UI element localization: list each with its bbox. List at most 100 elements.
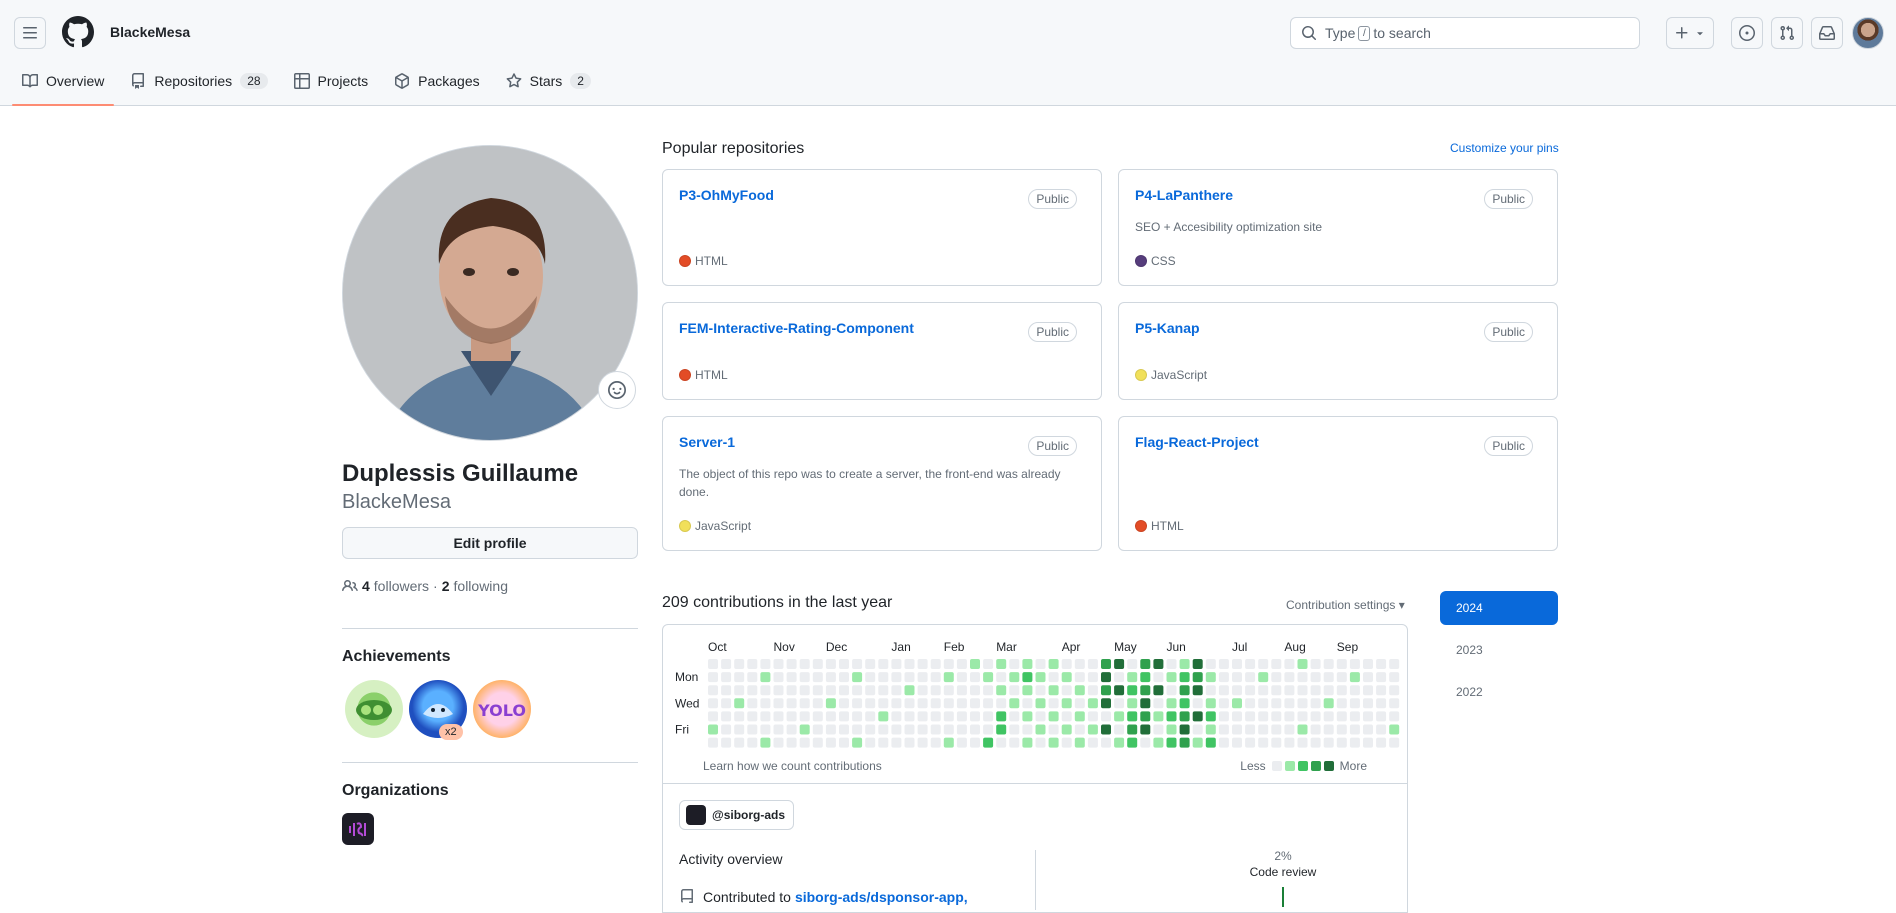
contribution-day-cell[interactable] (786, 685, 797, 696)
contribution-day-cell[interactable] (943, 685, 954, 696)
contribution-day-cell[interactable] (1336, 698, 1347, 709)
contribution-day-cell[interactable] (747, 672, 758, 683)
contribution-day-cell[interactable] (996, 672, 1007, 683)
contribution-day-cell[interactable] (1009, 737, 1020, 748)
contribution-day-cell[interactable] (1153, 659, 1164, 669)
create-new-button[interactable] (1666, 17, 1714, 49)
contribution-day-cell[interactable] (1218, 659, 1229, 669)
contribution-day-cell[interactable] (1271, 698, 1282, 709)
contribution-day-cell[interactable] (1048, 711, 1059, 722)
contribution-day-cell[interactable] (734, 672, 745, 683)
contribution-day-cell[interactable] (1166, 737, 1177, 748)
contribution-day-cell[interactable] (747, 724, 758, 735)
contribution-day-cell[interactable] (1376, 672, 1387, 683)
contribution-day-cell[interactable] (1009, 724, 1020, 735)
contribution-day-cell[interactable] (891, 698, 902, 709)
contribution-day-cell[interactable] (1074, 698, 1085, 709)
contribution-day-cell[interactable] (1271, 659, 1282, 669)
contribution-day-cell[interactable] (1009, 698, 1020, 709)
contribution-day-cell[interactable] (825, 672, 836, 683)
contribution-day-cell[interactable] (1179, 737, 1190, 748)
contribution-day-cell[interactable] (1127, 711, 1138, 722)
contribution-day-cell[interactable] (943, 659, 954, 669)
contribution-day-cell[interactable] (1271, 672, 1282, 683)
contribution-day-cell[interactable] (1061, 698, 1072, 709)
contribution-day-cell[interactable] (852, 711, 863, 722)
learn-contributions-link[interactable]: Learn how we count contributions (703, 759, 882, 773)
contribution-day-cell[interactable] (1114, 737, 1125, 748)
contribution-day-cell[interactable] (865, 698, 876, 709)
contribution-day-cell[interactable] (1127, 672, 1138, 683)
contribution-day-cell[interactable] (996, 724, 1007, 735)
contribution-day-cell[interactable] (1074, 685, 1085, 696)
contribution-day-cell[interactable] (1349, 737, 1360, 748)
contribution-day-cell[interactable] (1035, 724, 1046, 735)
contribution-day-cell[interactable] (773, 659, 784, 669)
contribution-day-cell[interactable] (904, 724, 915, 735)
contribution-day-cell[interactable] (1376, 724, 1387, 735)
contribution-day-cell[interactable] (865, 724, 876, 735)
contribution-day-cell[interactable] (1363, 698, 1373, 709)
contribution-day-cell[interactable] (996, 737, 1007, 748)
contribution-day-cell[interactable] (734, 698, 745, 709)
set-status-button[interactable] (598, 371, 636, 409)
contribution-day-cell[interactable] (1271, 711, 1282, 722)
followers-count[interactable]: 4 (362, 578, 370, 594)
contribution-day-cell[interactable] (1205, 711, 1216, 722)
contribution-day-cell[interactable] (839, 659, 849, 669)
contribution-day-cell[interactable] (1166, 724, 1177, 735)
contribution-day-cell[interactable] (760, 685, 771, 696)
contribution-day-cell[interactable] (825, 698, 836, 709)
contribution-day-cell[interactable] (1192, 724, 1203, 735)
contribution-day-cell[interactable] (1101, 724, 1111, 735)
contribution-day-cell[interactable] (1101, 659, 1111, 669)
achievement-pair-extraordinaire-icon[interactable] (345, 680, 403, 738)
tab-stars[interactable]: Stars 2 (496, 64, 601, 98)
contribution-day-cell[interactable] (825, 685, 836, 696)
contribution-day-cell[interactable] (1218, 698, 1229, 709)
tab-projects[interactable]: Projects (284, 64, 379, 98)
contribution-day-cell[interactable] (1166, 672, 1177, 683)
contribution-day-cell[interactable] (1389, 659, 1400, 669)
contribution-day-cell[interactable] (1048, 698, 1059, 709)
contribution-day-cell[interactable] (1166, 685, 1177, 696)
contribution-day-cell[interactable] (1074, 672, 1085, 683)
header-username[interactable]: BlackeMesa (110, 24, 190, 40)
contribution-day-cell[interactable] (1192, 659, 1203, 669)
contribution-day-cell[interactable] (1022, 711, 1033, 722)
contribution-day-cell[interactable] (1087, 672, 1098, 683)
contribution-day-cell[interactable] (1114, 698, 1125, 709)
contribution-day-cell[interactable] (825, 724, 836, 735)
contribution-day-cell[interactable] (1166, 711, 1177, 722)
contribution-day-cell[interactable] (956, 711, 967, 722)
contribution-day-cell[interactable] (970, 737, 980, 748)
contribution-day-cell[interactable] (1232, 724, 1242, 735)
contribution-day-cell[interactable] (983, 698, 994, 709)
contribution-day-cell[interactable] (1114, 685, 1125, 696)
contribution-day-cell[interactable] (1363, 724, 1373, 735)
contribution-day-cell[interactable] (1153, 698, 1164, 709)
contribution-day-cell[interactable] (1389, 672, 1400, 683)
contribution-day-cell[interactable] (1101, 685, 1111, 696)
contribution-day-cell[interactable] (1284, 737, 1295, 748)
contribution-day-cell[interactable] (1140, 672, 1151, 683)
contribution-day-cell[interactable] (786, 724, 797, 735)
contribution-day-cell[interactable] (1166, 698, 1177, 709)
contribution-day-cell[interactable] (1336, 737, 1347, 748)
contribution-day-cell[interactable] (1061, 711, 1072, 722)
contribution-day-cell[interactable] (878, 659, 889, 669)
contribution-day-cell[interactable] (852, 737, 863, 748)
contribution-day-cell[interactable] (1101, 711, 1111, 722)
contribution-day-cell[interactable] (1271, 737, 1282, 748)
contribution-day-cell[interactable] (1153, 685, 1164, 696)
contribution-day-cell[interactable] (799, 659, 810, 669)
contribution-day-cell[interactable] (1258, 711, 1269, 722)
contribution-day-cell[interactable] (839, 672, 849, 683)
followers-link[interactable]: followers (374, 578, 429, 594)
contribution-day-cell[interactable] (917, 711, 928, 722)
contribution-day-cell[interactable] (1218, 672, 1229, 683)
contribution-day-cell[interactable] (1087, 698, 1098, 709)
contribution-day-cell[interactable] (721, 698, 732, 709)
contribution-day-cell[interactable] (1349, 698, 1360, 709)
contribution-day-cell[interactable] (1179, 659, 1190, 669)
